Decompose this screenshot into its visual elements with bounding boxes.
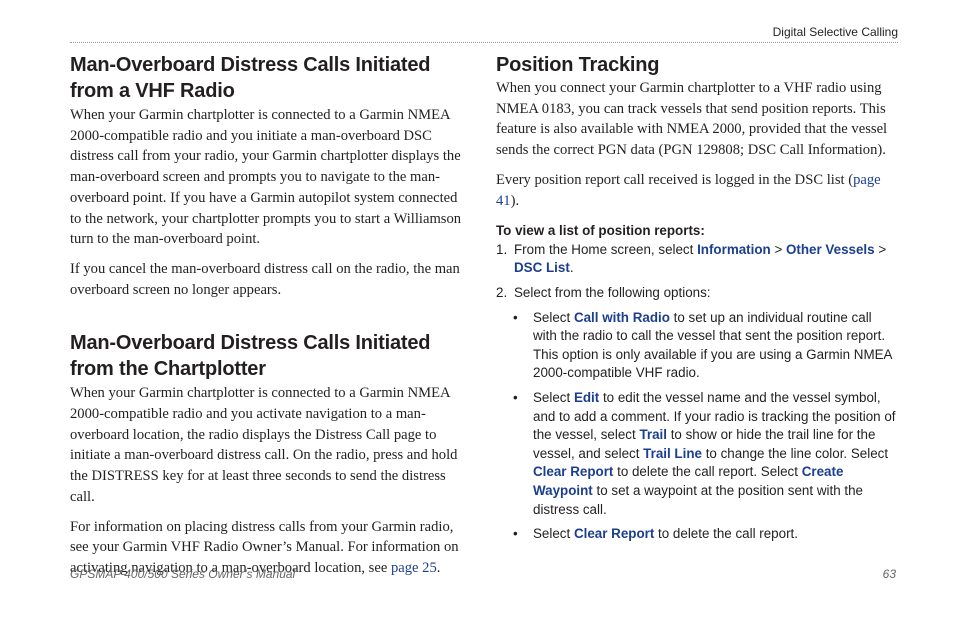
step-text-part: From the Home screen, select: [514, 241, 698, 257]
step-number: 1.: [496, 241, 508, 257]
step-1: 1. From the Home screen, select Informat…: [496, 241, 896, 278]
running-header: Digital Selective Calling: [772, 25, 898, 39]
paragraph: If you cancel the man-overboard distress…: [70, 260, 460, 298]
dsc-list-menu-item: DSC List: [514, 260, 570, 276]
other-vessels-menu-item: Other Vessels: [786, 241, 875, 257]
section-title-position-tracking: Position Tracking: [496, 54, 660, 76]
step-number: 2.: [496, 285, 508, 300]
step-2: 2. Select from the following options:: [496, 284, 896, 303]
section-title-line: Man-Overboard Distress Calls Initiated: [70, 54, 431, 76]
bullet-text-part: to delete the call report.: [654, 526, 798, 542]
page-25-link[interactable]: page 25: [391, 560, 437, 576]
step-text-part: .: [569, 260, 574, 276]
right-column: Position Tracking When you connect your …: [496, 52, 896, 544]
separator: >: [770, 241, 786, 257]
bullet-text: Select Edit to edit the vessel name and …: [533, 389, 896, 519]
footer-page-number: 63: [882, 567, 896, 581]
option-bullet: • Select Edit to edit the vessel name an…: [513, 389, 896, 519]
procedure-title: To view a list of position reports:: [496, 223, 705, 239]
paragraph: Every position report call received is l…: [496, 170, 896, 211]
paragraph-text: .: [436, 559, 441, 576]
bullet-text-part: to delete the call report. Select: [613, 464, 802, 480]
call-with-radio-option: Call with Radio: [573, 309, 670, 325]
paragraph: When you connect your Garmin chartplotte…: [496, 80, 888, 159]
step-text: From the Home screen, select Information…: [514, 241, 886, 278]
paragraph: When your Garmin chartplotter is connect…: [70, 385, 458, 505]
bullet-text-part: Select: [533, 526, 574, 542]
section-title-line: Man-Overboard Distress Calls Initiated: [70, 332, 431, 355]
paragraph: When your Garmin chartplotter is connect…: [70, 107, 462, 248]
bullet-text: Select Clear Report to delete the call r…: [533, 525, 798, 544]
paragraph-text: ).: [510, 192, 520, 209]
step-text: Select from the following options:: [514, 285, 711, 300]
trail-option: Trail: [639, 427, 667, 443]
paragraph-text: Every position report call received is l…: [496, 171, 854, 188]
clear-report-option: Clear Report: [573, 526, 655, 542]
section-title-vhf-radio: Man-Overboard Distress Calls Initiated f…: [70, 52, 462, 104]
footer-manual-title: GPSMAP 400/500 Series Owner’s Manual: [70, 567, 296, 581]
header-divider: [70, 42, 898, 43]
edit-option: Edit: [573, 389, 600, 405]
clear-report-option: Clear Report: [533, 464, 614, 480]
left-column: Man-Overboard Distress Calls Initiated f…: [70, 52, 462, 579]
bullet-text-part: to change the line color. Select: [701, 445, 889, 461]
trail-line-option: Trail Line: [643, 445, 702, 461]
bullet-text-part: Select: [533, 309, 574, 325]
bullet-icon: •: [513, 389, 518, 405]
bullet-icon: •: [513, 309, 518, 325]
bullet-icon: •: [513, 526, 518, 542]
section-title-line: from the Chartplotter: [70, 358, 266, 381]
section-title-line: from a VHF Radio: [70, 80, 235, 102]
information-menu-item: Information: [697, 241, 771, 257]
section-title-chartplotter: Man-Overboard Distress Calls Initiated f…: [70, 330, 462, 382]
option-bullet: • Select Clear Report to delete the call…: [513, 525, 896, 544]
bullet-text: Select Call with Radio to set up an indi…: [533, 309, 896, 383]
bullet-text-part: Select: [533, 389, 574, 405]
option-bullet: • Select Call with Radio to set up an in…: [513, 309, 896, 383]
separator: >: [874, 241, 887, 257]
